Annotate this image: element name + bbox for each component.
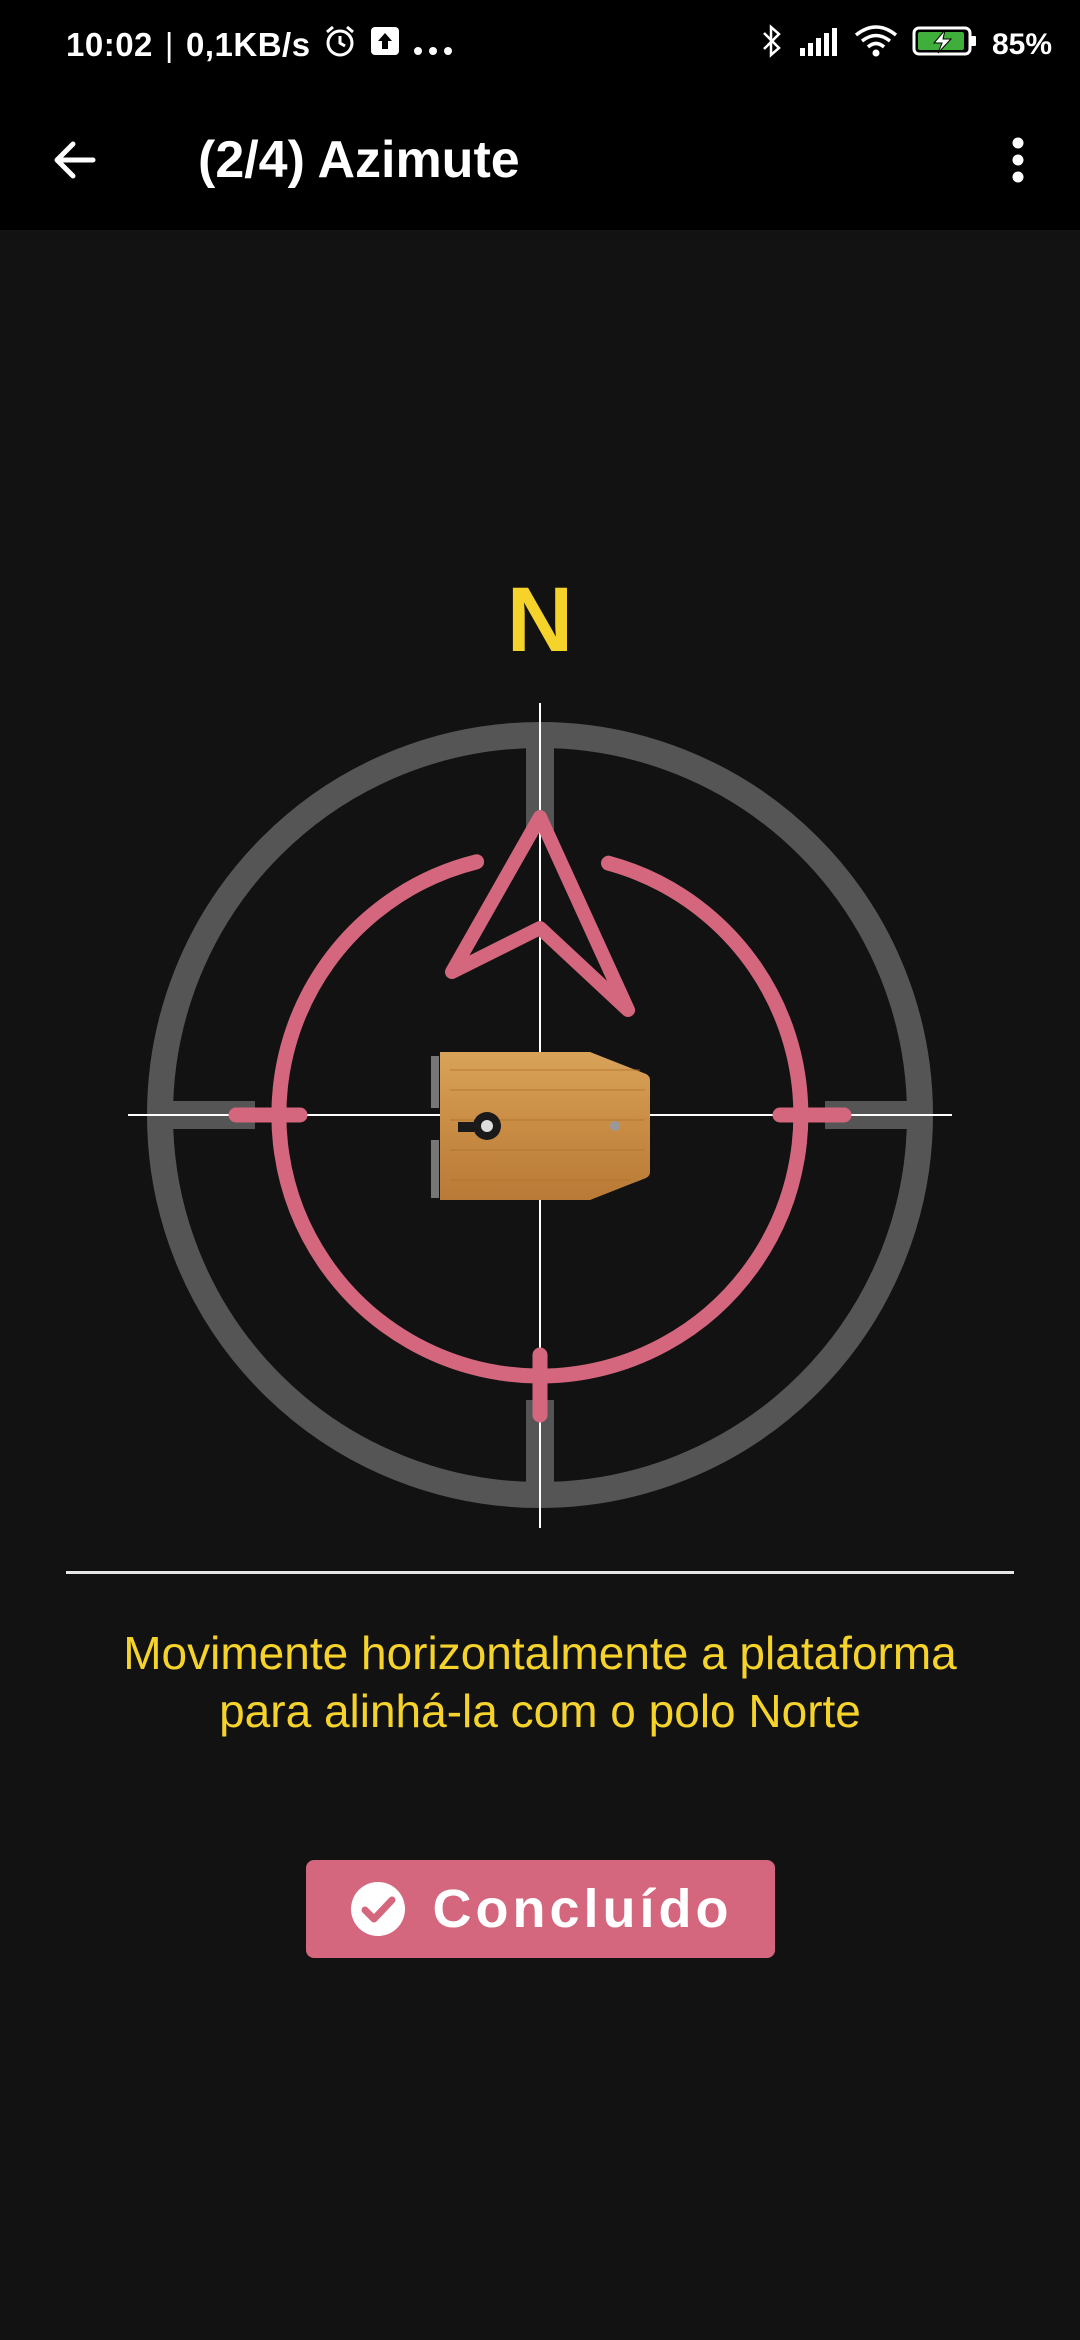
status-net-speed: 0,1KB/s xyxy=(185,26,311,63)
arrow-back-icon xyxy=(54,141,96,179)
done-button-label: Concluído xyxy=(432,1879,733,1939)
status-right: 85% xyxy=(760,22,1052,68)
overflow-menu-button[interactable] xyxy=(980,122,1056,198)
more-vert-icon xyxy=(1012,137,1024,183)
north-label: N xyxy=(506,569,574,671)
instruction-text: Movimente horizontalmente a plataforma p… xyxy=(123,1627,957,1737)
status-time: 10:02 xyxy=(66,26,153,63)
app-bar: (2/4) Azimute xyxy=(0,90,1080,230)
page-title: (2/4) Azimute xyxy=(198,131,520,189)
bluetooth-icon xyxy=(760,23,784,67)
status-bar: 10:02 | 0,1KB/s 85% xyxy=(0,0,1080,90)
compass-graphic xyxy=(128,703,952,1528)
status-left: 10:02 | 0,1KB/s xyxy=(66,22,453,68)
more-notifications-icon xyxy=(413,26,453,64)
battery-charging-icon xyxy=(912,25,978,65)
divider xyxy=(66,1571,1014,1574)
alarm-icon xyxy=(323,24,357,66)
battery-level: 85% xyxy=(991,28,1052,61)
platform-device xyxy=(431,1052,650,1200)
status-separator: | xyxy=(164,26,174,63)
upload-icon xyxy=(369,25,401,65)
back-button[interactable] xyxy=(36,122,112,198)
wifi-icon xyxy=(854,25,898,65)
done-button[interactable]: Concluído xyxy=(306,1860,775,1958)
check-circle-icon xyxy=(350,1882,405,1936)
signal-icon xyxy=(798,26,840,64)
